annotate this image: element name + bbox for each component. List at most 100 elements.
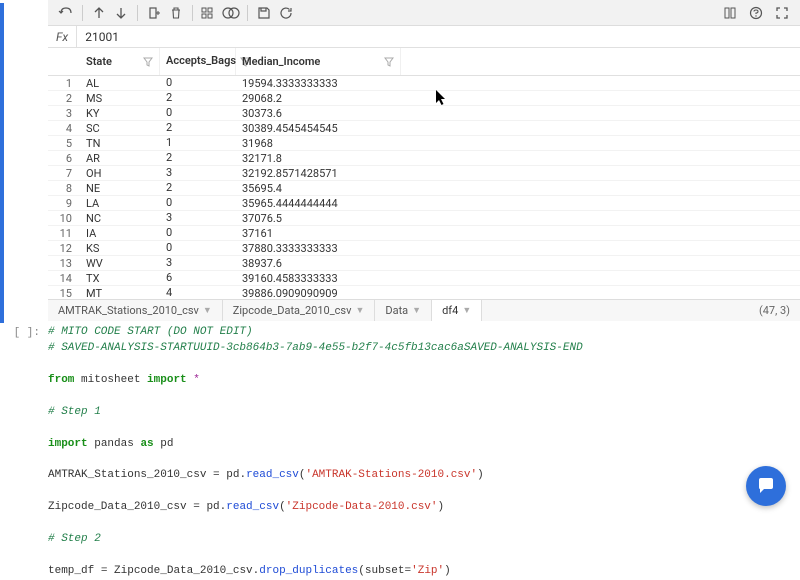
save-icon[interactable] xyxy=(254,3,274,23)
cell-bags[interactable]: 0 xyxy=(160,107,236,119)
chevron-down-icon[interactable]: ▼ xyxy=(203,305,212,316)
table-row[interactable]: 1AL019594.3333333333 xyxy=(48,76,800,91)
table-row[interactable]: 7OH332192.8571428571 xyxy=(48,166,800,181)
col-header-bags[interactable]: Accepts_Bags xyxy=(160,48,236,75)
cell-income[interactable]: 39160.4583333333 xyxy=(236,272,401,285)
table-row[interactable]: 12KS037880.3333333333 xyxy=(48,241,800,256)
col-header-state[interactable]: State xyxy=(80,48,160,75)
code-cell[interactable]: [ ]: # MITO CODE START (DO NOT EDIT) # S… xyxy=(0,325,800,580)
filter-icon[interactable] xyxy=(384,57,394,67)
fx-value[interactable]: 21001 xyxy=(77,30,800,44)
chevron-down-icon[interactable]: ▼ xyxy=(412,305,421,316)
cell-state[interactable]: WV xyxy=(80,257,160,270)
cell-bags[interactable]: 0 xyxy=(160,77,236,89)
cell-state[interactable]: NE xyxy=(80,182,160,195)
cell-state[interactable]: MS xyxy=(80,92,160,105)
cell-income[interactable]: 38937.6 xyxy=(236,257,401,270)
cell-income[interactable]: 37161 xyxy=(236,227,401,240)
table-row[interactable]: 15MT439886.0909090909 xyxy=(48,286,800,299)
table-row[interactable]: 13WV338937.6 xyxy=(48,256,800,271)
tab-df4[interactable]: df4▼ xyxy=(432,300,482,321)
cell-income[interactable]: 35695.4 xyxy=(236,182,401,195)
cell-state[interactable]: KS xyxy=(80,242,160,255)
cell-bags[interactable]: 2 xyxy=(160,122,236,134)
header-row: State Accepts_Bags Median_Income xyxy=(48,48,800,76)
cell-bags[interactable]: 3 xyxy=(160,257,236,269)
cell-state[interactable]: NC xyxy=(80,212,160,225)
merge-icon[interactable] xyxy=(221,3,241,23)
cell-income[interactable]: 32171.8 xyxy=(236,152,401,165)
cell-bags[interactable]: 6 xyxy=(160,272,236,284)
arrow-up-icon[interactable] xyxy=(89,3,109,23)
table-row[interactable]: 9LA035965.4444444444 xyxy=(48,196,800,211)
row-number: 9 xyxy=(48,197,80,210)
tab-data[interactable]: Data▼ xyxy=(375,300,432,321)
cell-state[interactable]: MT xyxy=(80,287,160,300)
filter-icon[interactable] xyxy=(143,57,153,67)
cell-state[interactable]: TN xyxy=(80,137,160,150)
arrow-down-icon[interactable] xyxy=(111,3,131,23)
delete-icon[interactable] xyxy=(166,3,186,23)
cell-income[interactable]: 29068.2 xyxy=(236,92,401,105)
cell-bags[interactable]: 2 xyxy=(160,92,236,104)
cell-state[interactable]: LA xyxy=(80,197,160,210)
cell-income[interactable]: 39886.0909090909 xyxy=(236,287,401,300)
data-grid[interactable]: State Accepts_Bags Median_Income 1AL0195… xyxy=(48,48,800,299)
tab-amtrak[interactable]: AMTRAK_Stations_2010_csv▼ xyxy=(48,300,223,321)
table-row[interactable]: 2MS229068.2 xyxy=(48,91,800,106)
docs-icon[interactable] xyxy=(720,3,740,23)
table-row[interactable]: 10NC337076.5 xyxy=(48,211,800,226)
cell-state[interactable]: SC xyxy=(80,122,160,135)
cell-income[interactable]: 32192.8571428571 xyxy=(236,167,401,180)
table-row[interactable]: 11IA037161 xyxy=(48,226,800,241)
cell-income[interactable]: 35965.4444444444 xyxy=(236,197,401,210)
cell-state[interactable]: TX xyxy=(80,272,160,285)
table-row[interactable]: 8NE235695.4 xyxy=(48,181,800,196)
mito-toolbar xyxy=(48,0,800,26)
help-icon[interactable] xyxy=(746,3,766,23)
refresh-icon[interactable] xyxy=(276,3,296,23)
cell-income[interactable]: 37076.5 xyxy=(236,212,401,225)
cell-state[interactable]: OH xyxy=(80,167,160,180)
table-row[interactable]: 14TX639160.4583333333 xyxy=(48,271,800,286)
cell-state[interactable]: AL xyxy=(80,77,160,90)
cell-state[interactable]: IA xyxy=(80,227,160,240)
chevron-down-icon[interactable]: ▼ xyxy=(355,305,364,316)
cell-bags[interactable]: 2 xyxy=(160,152,236,164)
formula-bar: Fx 21001 xyxy=(48,26,800,48)
cell-income[interactable]: 19594.3333333333 xyxy=(236,77,401,90)
table-row[interactable]: 4SC230389.4545454545 xyxy=(48,121,800,136)
fx-label: Fx xyxy=(48,26,77,47)
prompt: [ ]: xyxy=(0,325,48,580)
cell-income[interactable]: 37880.3333333333 xyxy=(236,242,401,255)
cell-bags[interactable]: 2 xyxy=(160,182,236,194)
cell-income[interactable]: 30373.6 xyxy=(236,107,401,120)
cell-bags[interactable]: 3 xyxy=(160,212,236,224)
cell-bags[interactable]: 4 xyxy=(160,287,236,299)
table-row[interactable]: 5TN131968 xyxy=(48,136,800,151)
cell-bags[interactable]: 1 xyxy=(160,137,236,149)
table-row[interactable]: 6AR232171.8 xyxy=(48,151,800,166)
cell-state[interactable]: KY xyxy=(80,107,160,120)
chevron-down-icon[interactable]: ▼ xyxy=(462,305,471,316)
col-header-income[interactable]: Median_Income xyxy=(236,48,401,75)
add-column-icon[interactable] xyxy=(144,3,164,23)
fullscreen-icon[interactable] xyxy=(772,3,792,23)
cell-income[interactable]: 31968 xyxy=(236,137,401,150)
cell-state[interactable]: AR xyxy=(80,152,160,165)
row-number: 13 xyxy=(48,257,80,270)
cell-accent xyxy=(0,3,4,323)
cell-bags[interactable]: 3 xyxy=(160,167,236,179)
cell-bags[interactable]: 0 xyxy=(160,242,236,254)
row-number: 1 xyxy=(48,77,80,90)
chat-button[interactable] xyxy=(746,466,786,506)
undo-icon[interactable] xyxy=(56,3,76,23)
code-body[interactable]: # MITO CODE START (DO NOT EDIT) # SAVED-… xyxy=(48,325,800,580)
table-row[interactable]: 3KY030373.6 xyxy=(48,106,800,121)
row-number: 2 xyxy=(48,92,80,105)
cell-bags[interactable]: 0 xyxy=(160,227,236,239)
cell-bags[interactable]: 0 xyxy=(160,197,236,209)
cell-income[interactable]: 30389.4545454545 xyxy=(236,122,401,135)
tab-zipcode[interactable]: Zipcode_Data_2010_csv▼ xyxy=(223,300,376,321)
pivot-icon[interactable] xyxy=(199,3,219,23)
